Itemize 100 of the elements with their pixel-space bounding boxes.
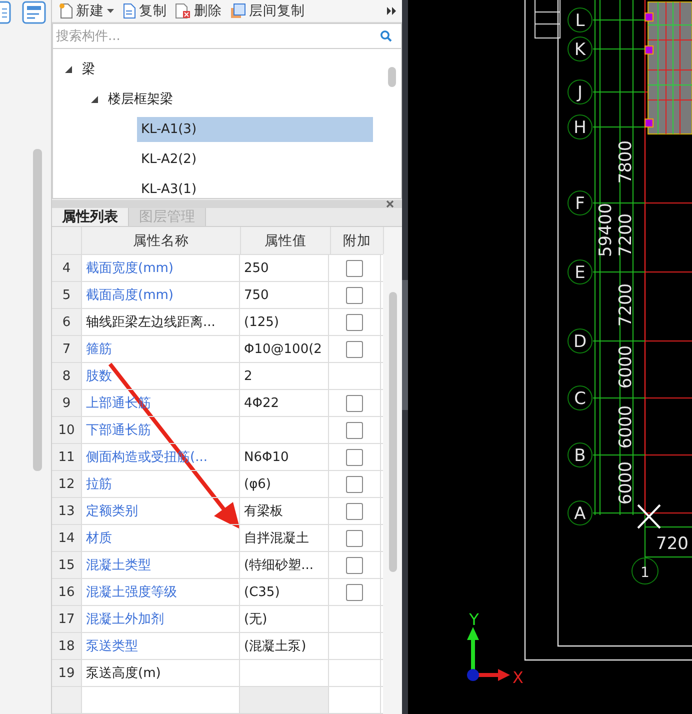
checkbox[interactable] (346, 476, 363, 492)
axis-bubble (568, 114, 592, 140)
row-number: 6 (52, 309, 82, 335)
axis-bubble (568, 36, 592, 62)
axis-bubble (568, 260, 592, 284)
property-name: 混凝土类型 (82, 552, 240, 578)
property-value[interactable]: (125) (240, 309, 329, 335)
property-value[interactable]: 250 (240, 255, 329, 281)
axis-bubble (632, 558, 658, 584)
axis-label: X (512, 668, 524, 687)
document-icon[interactable] (122, 3, 136, 19)
dimension-text: 720 (656, 534, 688, 554)
axis-bubble (568, 8, 592, 32)
checkbox[interactable] (346, 530, 363, 546)
scrollbar[interactable] (33, 149, 42, 471)
toolbar-button[interactable]: 新建 (58, 0, 115, 22)
toolbar-button[interactable]: 复制 (121, 0, 168, 22)
axis-label: A (574, 504, 586, 524)
search-icon[interactable] (380, 30, 392, 42)
cad-canvas[interactable]: L K J H F E D C B A 7800 7200 7200 6000 6000 6000 59400 720 1 Y X (408, 0, 692, 714)
property-value[interactable]: 750 (240, 282, 329, 308)
axis-label: E (574, 263, 586, 283)
property-name: 混凝土强度等级 (82, 579, 240, 605)
row-number: 14 (52, 525, 82, 551)
close-icon[interactable] (386, 200, 394, 208)
property-name: 材质 (82, 525, 240, 551)
tree-item[interactable]: KL-A1(3) (137, 116, 373, 142)
checkbox[interactable] (346, 314, 363, 330)
property-value[interactable]: Φ10@100(2 (240, 336, 329, 362)
axis-label: H (574, 118, 586, 138)
row-number: 17 (52, 606, 82, 632)
property-name: 截面宽度(mm) (82, 255, 240, 281)
property-value[interactable]: (特细砂塑... (240, 552, 329, 578)
checkbox[interactable] (346, 340, 363, 358)
axis-label: L (575, 11, 585, 31)
tree-item[interactable]: KL-A3(1) (137, 176, 373, 202)
row-number: 11 (52, 444, 82, 470)
property-value[interactable]: 自拌混凝土 (240, 525, 329, 551)
property-value[interactable]: (φ6) (240, 471, 329, 497)
scrollbar[interactable] (388, 292, 396, 572)
axis-label: D (573, 332, 587, 352)
property-name: 泵送类型 (82, 633, 240, 659)
row-number: 12 (52, 471, 82, 497)
checkbox[interactable] (346, 286, 363, 304)
search-field[interactable]: 搜索构件... (52, 23, 402, 49)
dimension-text: 59400 (596, 202, 616, 258)
checkbox[interactable] (346, 584, 363, 600)
toggle-icon[interactable] (65, 66, 72, 72)
axis-label: J (578, 83, 582, 103)
dimension-text: 6000 (616, 461, 636, 505)
delete-file-icon[interactable] (175, 3, 191, 19)
property-name: 箍筋 (82, 336, 240, 362)
row-number: 16 (52, 579, 82, 605)
caret-icon[interactable] (107, 9, 114, 13)
checkbox[interactable] (346, 394, 363, 412)
axis-label: F (575, 194, 585, 214)
property-value[interactable]: (C35) (240, 579, 329, 605)
property-name: 下部通长筋 (82, 417, 240, 443)
dimension-text: 7800 (616, 140, 636, 184)
property-value[interactable]: 2 (240, 363, 329, 389)
row-number: 9 (52, 390, 82, 416)
checkbox[interactable] (346, 422, 363, 438)
splitter-handle[interactable] (402, 280, 408, 410)
axis-label: C (574, 389, 586, 409)
tab[interactable]: 属性列表 (52, 208, 129, 226)
axis-bubble (568, 190, 592, 216)
property-name: 肢数 (82, 363, 240, 389)
row-number: 15 (52, 552, 82, 578)
more-icon[interactable] (387, 7, 396, 15)
form-icon[interactable] (22, 1, 46, 25)
property-value[interactable]: (无) (240, 606, 329, 632)
row-number: 13 (52, 498, 82, 524)
tree-item[interactable]: 楼层框架梁 (108, 90, 173, 108)
axis-label: B (574, 446, 586, 466)
new-file-icon[interactable] (59, 3, 73, 19)
toggle-icon[interactable] (91, 96, 98, 102)
property-value[interactable]: 有梁板 (240, 498, 329, 524)
list-icon[interactable] (0, 1, 12, 25)
toolbar-button[interactable]: 层间复制 (229, 0, 306, 22)
coordinate-axes-icon (467, 627, 510, 681)
toolbar-button[interactable]: 删除 (174, 0, 223, 22)
property-name: 拉筋 (82, 471, 240, 497)
axis-label: Y (469, 610, 479, 629)
property-value[interactable]: 4Φ22 (240, 390, 329, 416)
dimension-text: 6000 (616, 345, 636, 389)
property-value[interactable]: N6Φ10 (240, 444, 329, 470)
checkbox[interactable] (346, 448, 363, 466)
scrollbar[interactable] (388, 67, 396, 87)
property-value[interactable]: (混凝土泵) (240, 633, 329, 659)
row-number: 5 (52, 282, 82, 308)
axis-bubble (568, 442, 592, 468)
checkbox[interactable] (346, 502, 363, 520)
row-number: 8 (52, 363, 82, 389)
checkbox[interactable] (346, 556, 363, 574)
layers-icon[interactable] (230, 3, 246, 19)
row-number: 19 (52, 660, 82, 686)
checkbox[interactable] (346, 260, 363, 276)
tree-item[interactable]: KL-A2(2) (137, 146, 373, 172)
axis-bubble (568, 500, 592, 526)
tree-item[interactable]: 梁 (82, 60, 95, 78)
